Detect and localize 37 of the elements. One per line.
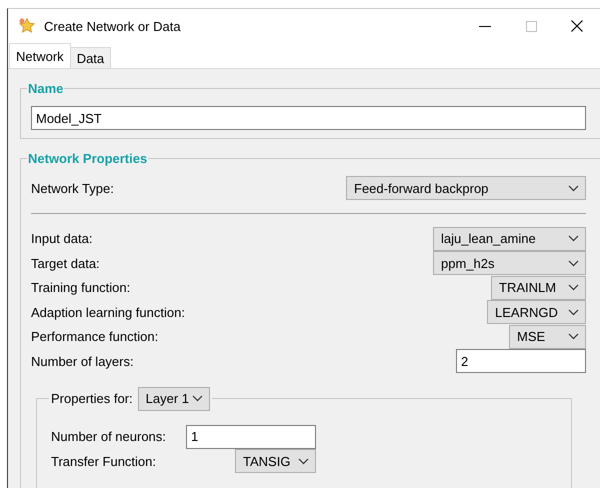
tab[interactable]: Data	[70, 47, 112, 68]
field-label: Number of neurons:	[51, 429, 167, 444]
dropdown[interactable]: Layer 1	[138, 386, 210, 410]
caret-icon	[568, 184, 579, 192]
group-title: Name	[27, 81, 64, 96]
dropdown[interactable]: ppm_h2s	[433, 251, 586, 276]
field-label: Input data:	[31, 231, 92, 246]
field-label: Number of layers:	[31, 354, 134, 369]
dropdown[interactable]: LEARNGD	[487, 300, 586, 324]
field-label: Transfer Function:	[51, 454, 158, 469]
dropdown[interactable]: laju_lean_amine	[433, 226, 586, 251]
field-label: Network Type:	[31, 180, 114, 196]
input-field[interactable]: 2	[456, 349, 586, 374]
field-label: Properties for:	[51, 391, 133, 406]
name-field[interactable]: Model_JST	[31, 106, 586, 130]
caret-icon	[298, 458, 309, 465]
dropdown[interactable]: TRAINLM	[491, 276, 586, 300]
dropdown[interactable]: Feed-forward backprop	[346, 176, 586, 200]
field-label: Adaption learning function:	[31, 304, 185, 320]
field-label: Target data:	[31, 256, 100, 271]
caret-icon	[568, 260, 579, 267]
dropdown[interactable]: TANSIG	[235, 449, 316, 474]
field-label: Training function:	[31, 280, 130, 296]
caret-icon	[568, 308, 579, 316]
close-icon	[571, 20, 583, 32]
caret-icon	[568, 235, 579, 242]
tab[interactable]: Network	[9, 43, 71, 68]
caret-icon	[568, 333, 579, 340]
caret-icon	[568, 284, 579, 292]
dropdown[interactable]: MSE	[509, 324, 586, 349]
caret-icon	[192, 395, 203, 402]
maximize-icon	[526, 20, 536, 32]
window-title: Create Network or Data	[44, 18, 182, 34]
group-title: Network Properties	[27, 151, 148, 166]
input-field[interactable]: 1	[186, 424, 316, 449]
field-label: Performance function:	[31, 329, 158, 344]
star-icon	[18, 17, 36, 35]
